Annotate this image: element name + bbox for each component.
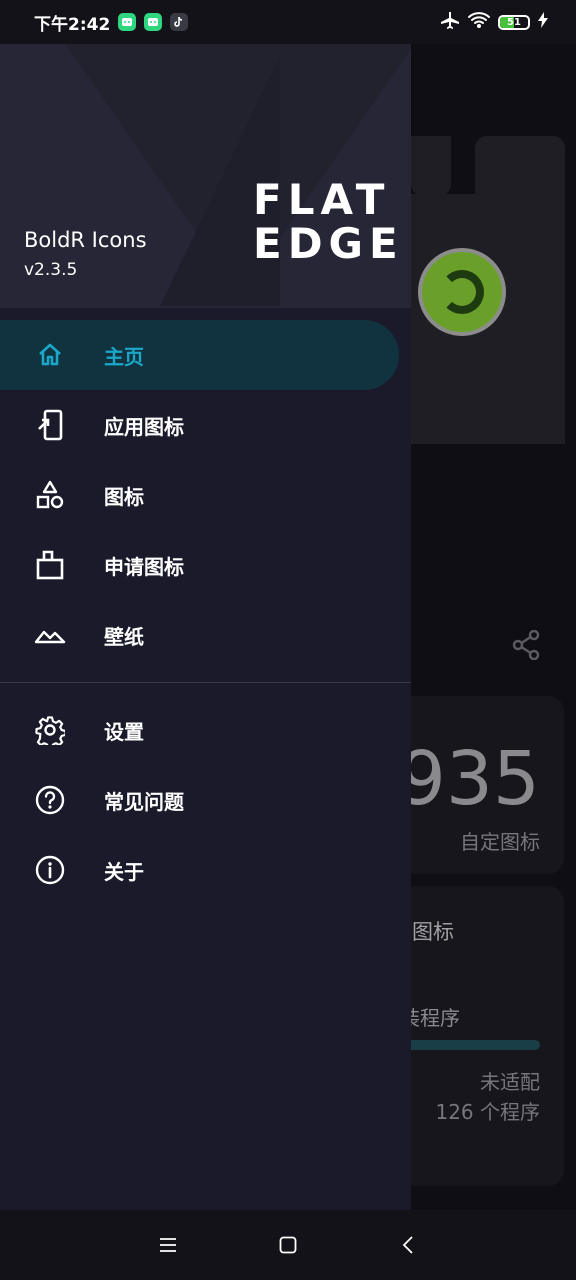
shapes-icon bbox=[34, 479, 66, 511]
tiktok-icon bbox=[170, 13, 189, 31]
app-logo: FLAT EDGE bbox=[253, 178, 404, 266]
menu-item-faq[interactable]: 常见问题 bbox=[0, 765, 411, 835]
drawer-header: FLAT EDGE BoldR Icons v2.3.5 bbox=[0, 36, 411, 308]
notification-app-icon bbox=[118, 13, 137, 31]
gear-icon bbox=[34, 714, 66, 746]
background-shape bbox=[411, 136, 451, 196]
logo-line-1: FLAT bbox=[253, 175, 391, 224]
app-icon bbox=[34, 409, 66, 441]
back-button[interactable] bbox=[396, 1233, 420, 1257]
logo-line-2: EDGE bbox=[253, 219, 404, 268]
menu-item-label: 主页 bbox=[104, 344, 144, 369]
app-version: v2.3.5 bbox=[24, 260, 78, 280]
app-name: BoldR Icons bbox=[24, 228, 147, 252]
info-icon bbox=[34, 854, 66, 886]
share-icon bbox=[512, 629, 540, 664]
menu-divider bbox=[0, 682, 411, 683]
notification-app-icon bbox=[144, 13, 163, 31]
menu-item-request-icons[interactable]: 申请图标 bbox=[0, 530, 411, 600]
menu-item-label: 图标 bbox=[104, 484, 144, 509]
background-app-logo bbox=[418, 248, 506, 336]
charging-icon bbox=[538, 12, 548, 32]
menu-item-label: 关于 bbox=[104, 859, 144, 884]
background-shape bbox=[475, 136, 565, 196]
help-icon bbox=[34, 784, 66, 816]
battery-indicator: 51 bbox=[498, 14, 530, 30]
navigation-drawer: FLAT EDGE BoldR Icons v2.3.5 主页 应用图标 图标 bbox=[0, 36, 411, 1210]
menu-item-icons[interactable]: 图标 bbox=[0, 460, 411, 530]
menu-item-label: 申请图标 bbox=[104, 554, 184, 579]
menu-item-wallpapers[interactable]: 壁纸 bbox=[0, 600, 411, 670]
system-navigation-bar bbox=[0, 1210, 576, 1280]
menu-item-home[interactable]: 主页 bbox=[0, 320, 399, 390]
wallpaper-icon bbox=[34, 619, 66, 651]
menu-item-settings[interactable]: 设置 bbox=[0, 695, 411, 765]
airplane-mode-icon bbox=[440, 10, 460, 34]
menu-item-label: 设置 bbox=[104, 719, 144, 744]
status-bar: 下午2:42 51 bbox=[0, 0, 576, 44]
wifi-icon bbox=[468, 11, 490, 33]
menu-item-app-icons[interactable]: 应用图标 bbox=[0, 390, 411, 460]
home-icon bbox=[34, 339, 66, 371]
status-time: 下午2:42 bbox=[34, 14, 111, 35]
menu-item-label: 常见问题 bbox=[104, 789, 184, 814]
menu-item-about[interactable]: 关于 bbox=[0, 835, 411, 905]
drawer-menu: 主页 应用图标 图标 申请图标 壁纸 设置 常见问题 关于 bbox=[0, 308, 411, 905]
icons-card-title: 图标 bbox=[412, 920, 454, 944]
menu-item-label: 应用图标 bbox=[104, 414, 184, 439]
request-icon bbox=[34, 549, 66, 581]
menu-button[interactable] bbox=[156, 1233, 180, 1257]
battery-text: 51 bbox=[507, 16, 521, 28]
home-button[interactable] bbox=[276, 1233, 300, 1257]
menu-item-label: 壁纸 bbox=[104, 624, 144, 649]
